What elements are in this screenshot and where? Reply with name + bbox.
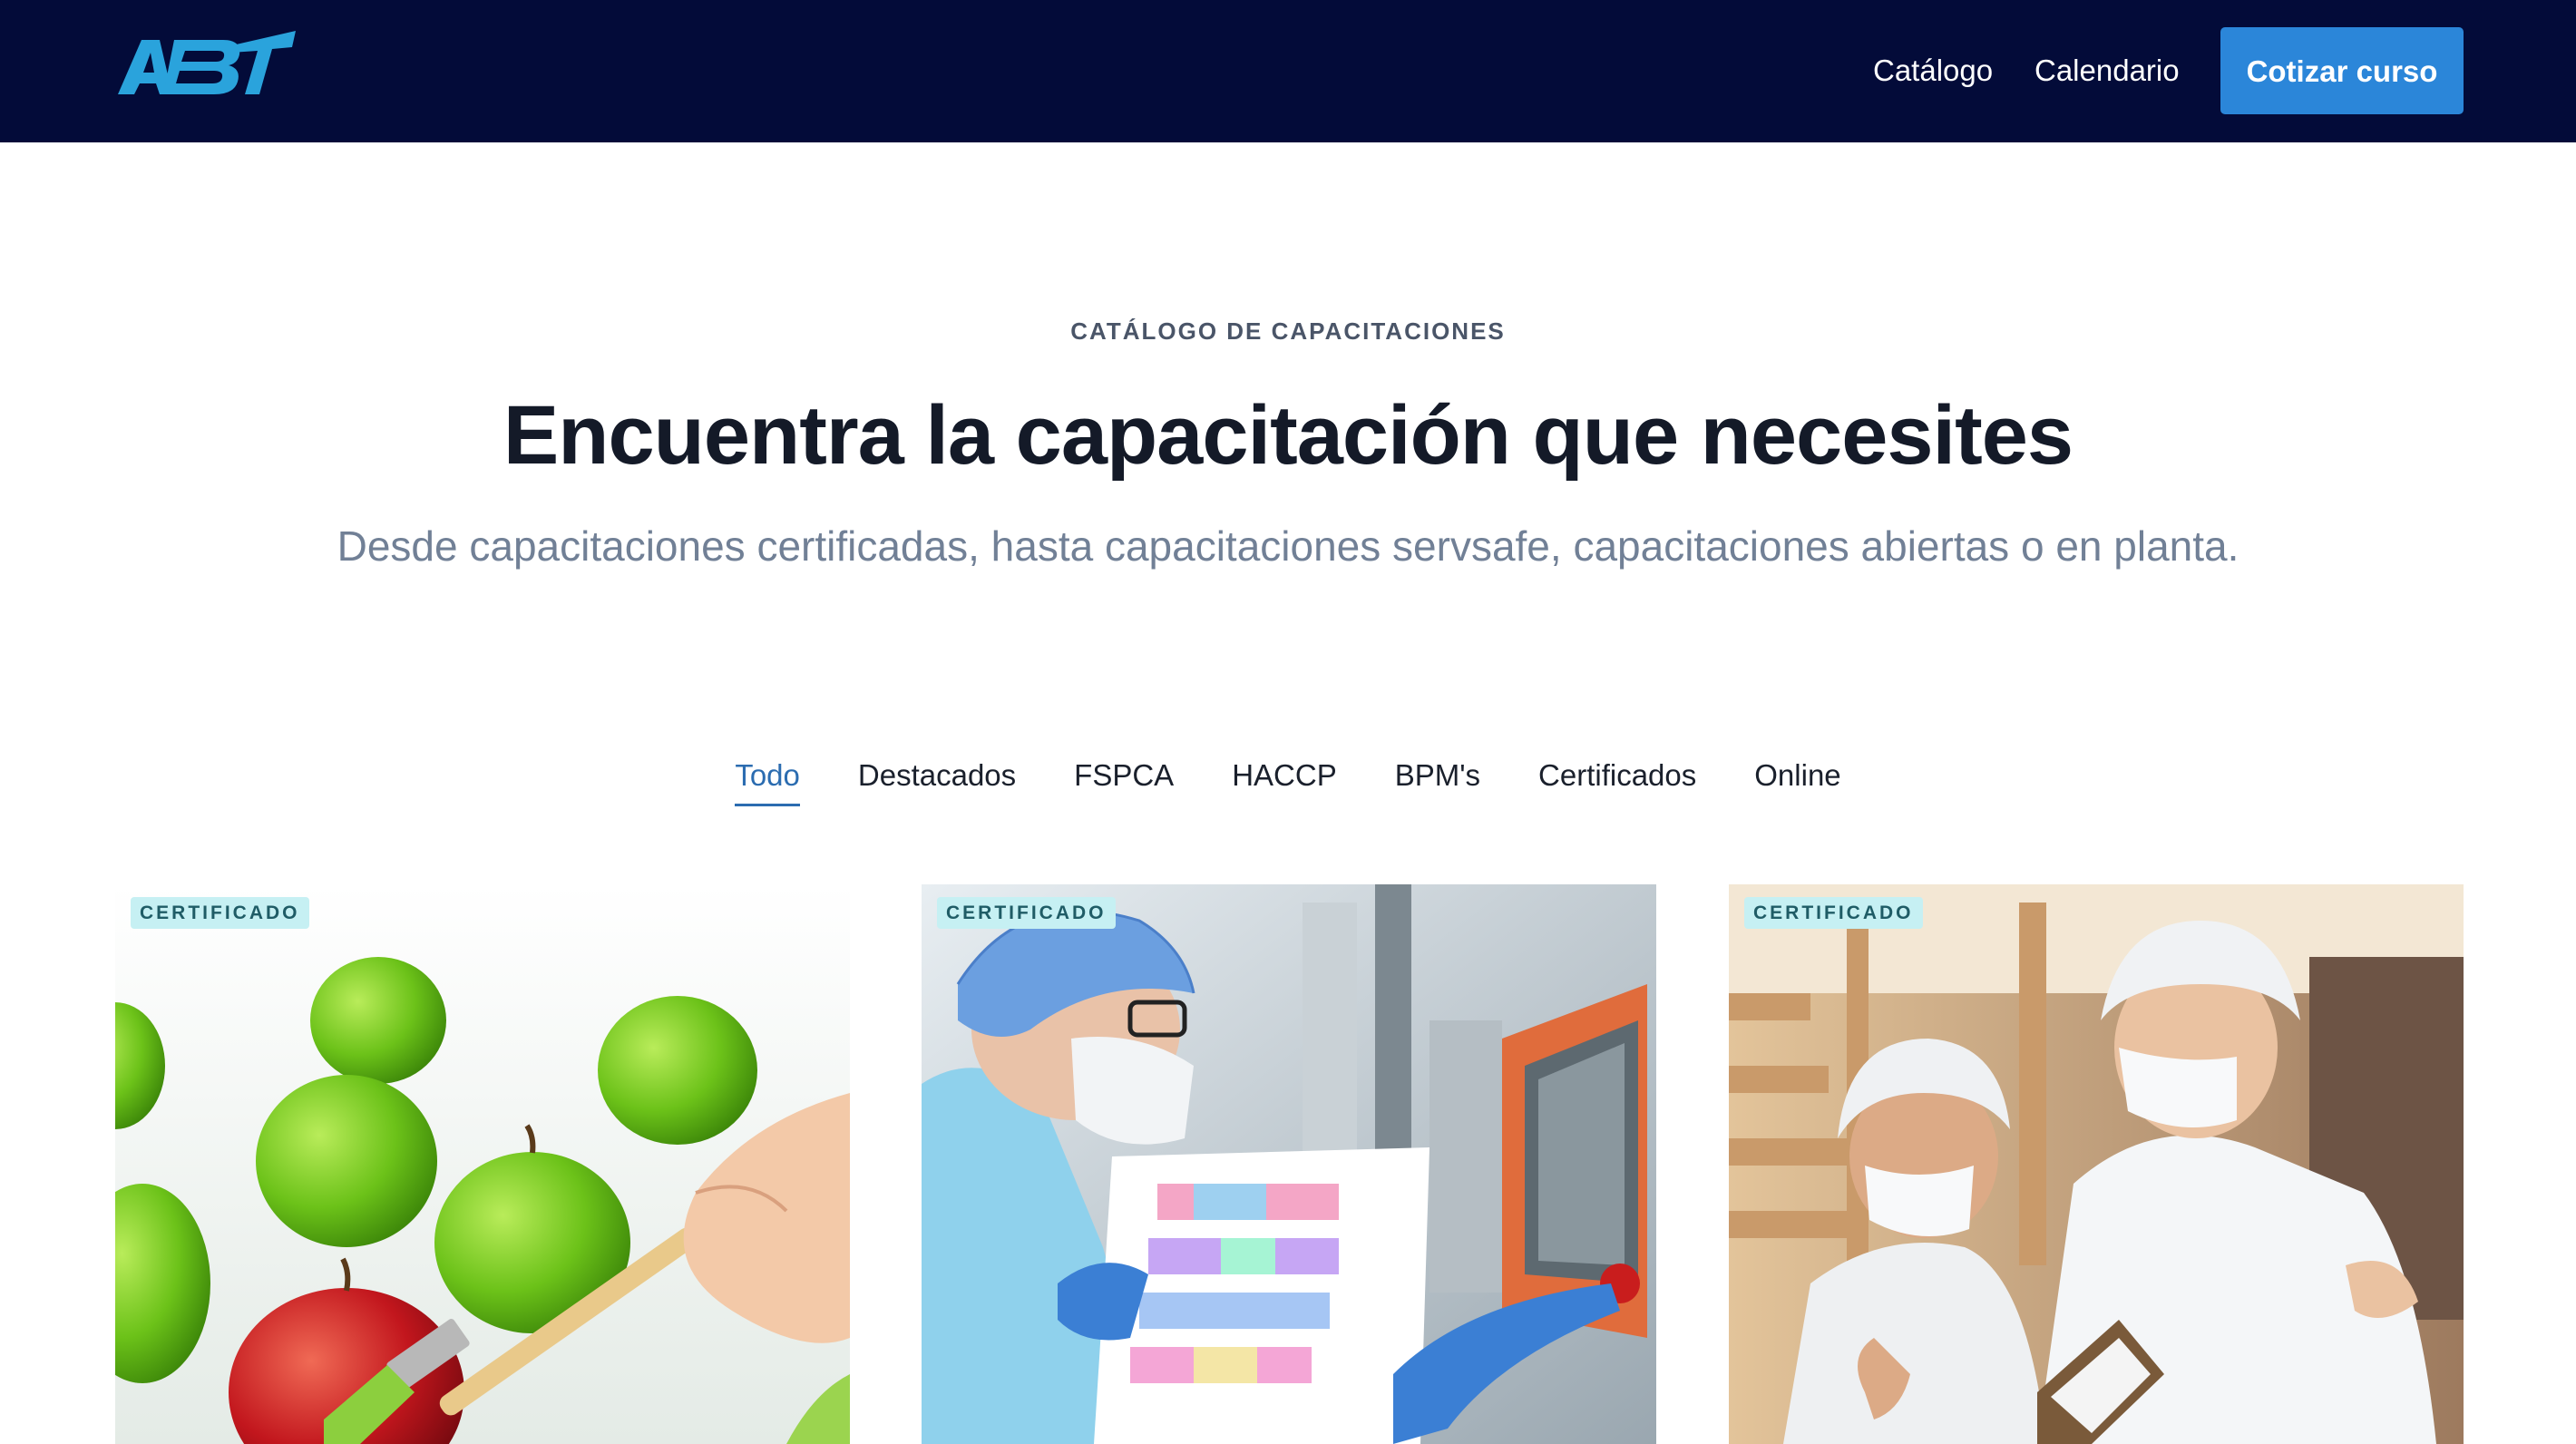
course-image-lab-technician <box>922 884 1656 1444</box>
tab-destacados[interactable]: Destacados <box>858 753 1016 804</box>
abt-logo[interactable] <box>114 29 301 98</box>
tab-todo[interactable]: Todo <box>735 753 800 806</box>
top-navbar: Catálogo Calendario Cotizar curso <box>0 0 2576 142</box>
course-card-2[interactable]: CERTIFICADO <box>922 884 1656 1444</box>
section-eyebrow: CATÁLOGO DE CAPACITACIONES <box>1070 317 1506 345</box>
course-card-3[interactable]: CERTIFICADO <box>1729 884 2464 1444</box>
cotizar-curso-button[interactable]: Cotizar curso <box>2220 27 2464 114</box>
page-subtitle: Desde capacitaciones certificadas, hasta… <box>337 522 2239 570</box>
tab-fspca[interactable]: FSPCA <box>1074 753 1174 804</box>
certificado-badge: CERTIFICADO <box>1744 897 1923 929</box>
tab-bpms[interactable]: BPM's <box>1395 753 1480 804</box>
tab-haccp[interactable]: HACCP <box>1232 753 1337 804</box>
course-image-apples <box>115 884 850 1444</box>
page-title: Encuentra la capacitación que necesites <box>503 389 2073 482</box>
category-tabs: Todo Destacados FSPCA HACCP BPM's Certif… <box>0 753 2576 807</box>
tab-certificados[interactable]: Certificados <box>1538 753 1696 804</box>
certificado-badge: CERTIFICADO <box>937 897 1116 929</box>
nav-calendario-link[interactable]: Calendario <box>2034 53 2180 89</box>
course-image-factory-workers <box>1729 884 2464 1444</box>
tab-online[interactable]: Online <box>1754 753 1840 804</box>
nav-catalogo-link[interactable]: Catálogo <box>1873 53 1993 89</box>
certificado-badge: CERTIFICADO <box>131 897 309 929</box>
course-card-1[interactable]: CERTIFICADO <box>115 884 850 1444</box>
